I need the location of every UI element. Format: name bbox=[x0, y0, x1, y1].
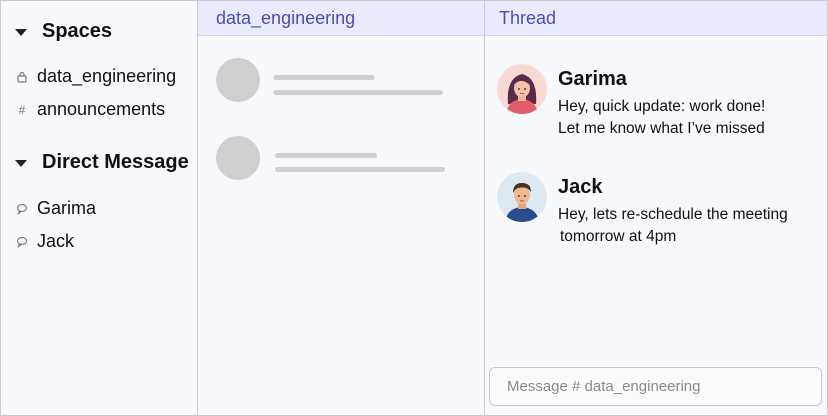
dm-header-label: Direct Message bbox=[42, 151, 189, 173]
message-line: tomorrow at 4pm bbox=[560, 228, 677, 245]
sidebar-item-announcements[interactable]: # announcements bbox=[15, 99, 165, 120]
spaces-header-label: Spaces bbox=[42, 20, 113, 42]
message-input-placeholder: Message # data_engineering bbox=[507, 378, 701, 395]
avatar[interactable] bbox=[497, 64, 547, 114]
direct-message-section-header[interactable]: Direct Message bbox=[15, 151, 189, 174]
message-body: Hey, quick update: work done! Let me kno… bbox=[558, 96, 823, 140]
sidebar-item-jack[interactable]: Jack bbox=[15, 231, 74, 252]
message-author: Garima bbox=[558, 68, 627, 90]
channel-title: data_engineering bbox=[216, 7, 356, 28]
sidebar-item-label: data_engineering bbox=[37, 66, 177, 86]
message-line: Let me know what I’ve missed bbox=[558, 120, 765, 137]
sidebar-item-label: Jack bbox=[37, 231, 75, 251]
caret-down-icon bbox=[15, 29, 27, 36]
message-placeholder bbox=[216, 136, 466, 182]
message-body: Hey, lets re-schedule the meeting tomorr… bbox=[558, 204, 823, 248]
message-input[interactable]: Message # data_engineering bbox=[489, 367, 822, 406]
message-author: Jack bbox=[558, 176, 603, 198]
sidebar-item-label: announcements bbox=[37, 99, 166, 119]
thread-panel: Thread Garima Hey, quick update: work do… bbox=[485, 1, 827, 415]
chat-bubble-icon bbox=[15, 235, 29, 249]
hash-icon: # bbox=[18, 102, 26, 117]
message-placeholder bbox=[216, 58, 466, 104]
chat-bubble-icon bbox=[15, 202, 29, 216]
text-placeholder-line bbox=[275, 153, 377, 158]
text-placeholder-line bbox=[273, 90, 443, 95]
channel-panel: data_engineering bbox=[198, 1, 485, 415]
avatar-placeholder bbox=[216, 58, 260, 102]
message-line: Hey, quick update: work done! bbox=[558, 98, 766, 115]
garima-avatar-icon bbox=[497, 64, 547, 114]
message-line: Hey, lets re-schedule the meeting bbox=[558, 206, 788, 223]
sidebar-item-garima[interactable]: Garima bbox=[15, 198, 96, 219]
lock-icon bbox=[15, 70, 29, 84]
text-placeholder-line bbox=[275, 167, 445, 172]
jack-avatar-icon bbox=[497, 172, 547, 222]
sidebar-item-data-engineering[interactable]: data_engineering bbox=[15, 66, 176, 87]
sidebar-item-label: Garima bbox=[37, 198, 97, 218]
chat-app-window: Spaces data_engineering # announcements … bbox=[0, 0, 828, 416]
sidebar: Spaces data_engineering # announcements … bbox=[1, 1, 198, 415]
avatar[interactable] bbox=[497, 172, 547, 222]
text-placeholder-line bbox=[273, 75, 375, 80]
spaces-section-header[interactable]: Spaces bbox=[15, 20, 112, 43]
caret-down-icon bbox=[15, 160, 27, 167]
channel-header: data_engineering bbox=[198, 1, 484, 36]
thread-header: Thread bbox=[485, 1, 827, 36]
thread-title: Thread bbox=[499, 7, 557, 28]
avatar-placeholder bbox=[216, 136, 260, 180]
